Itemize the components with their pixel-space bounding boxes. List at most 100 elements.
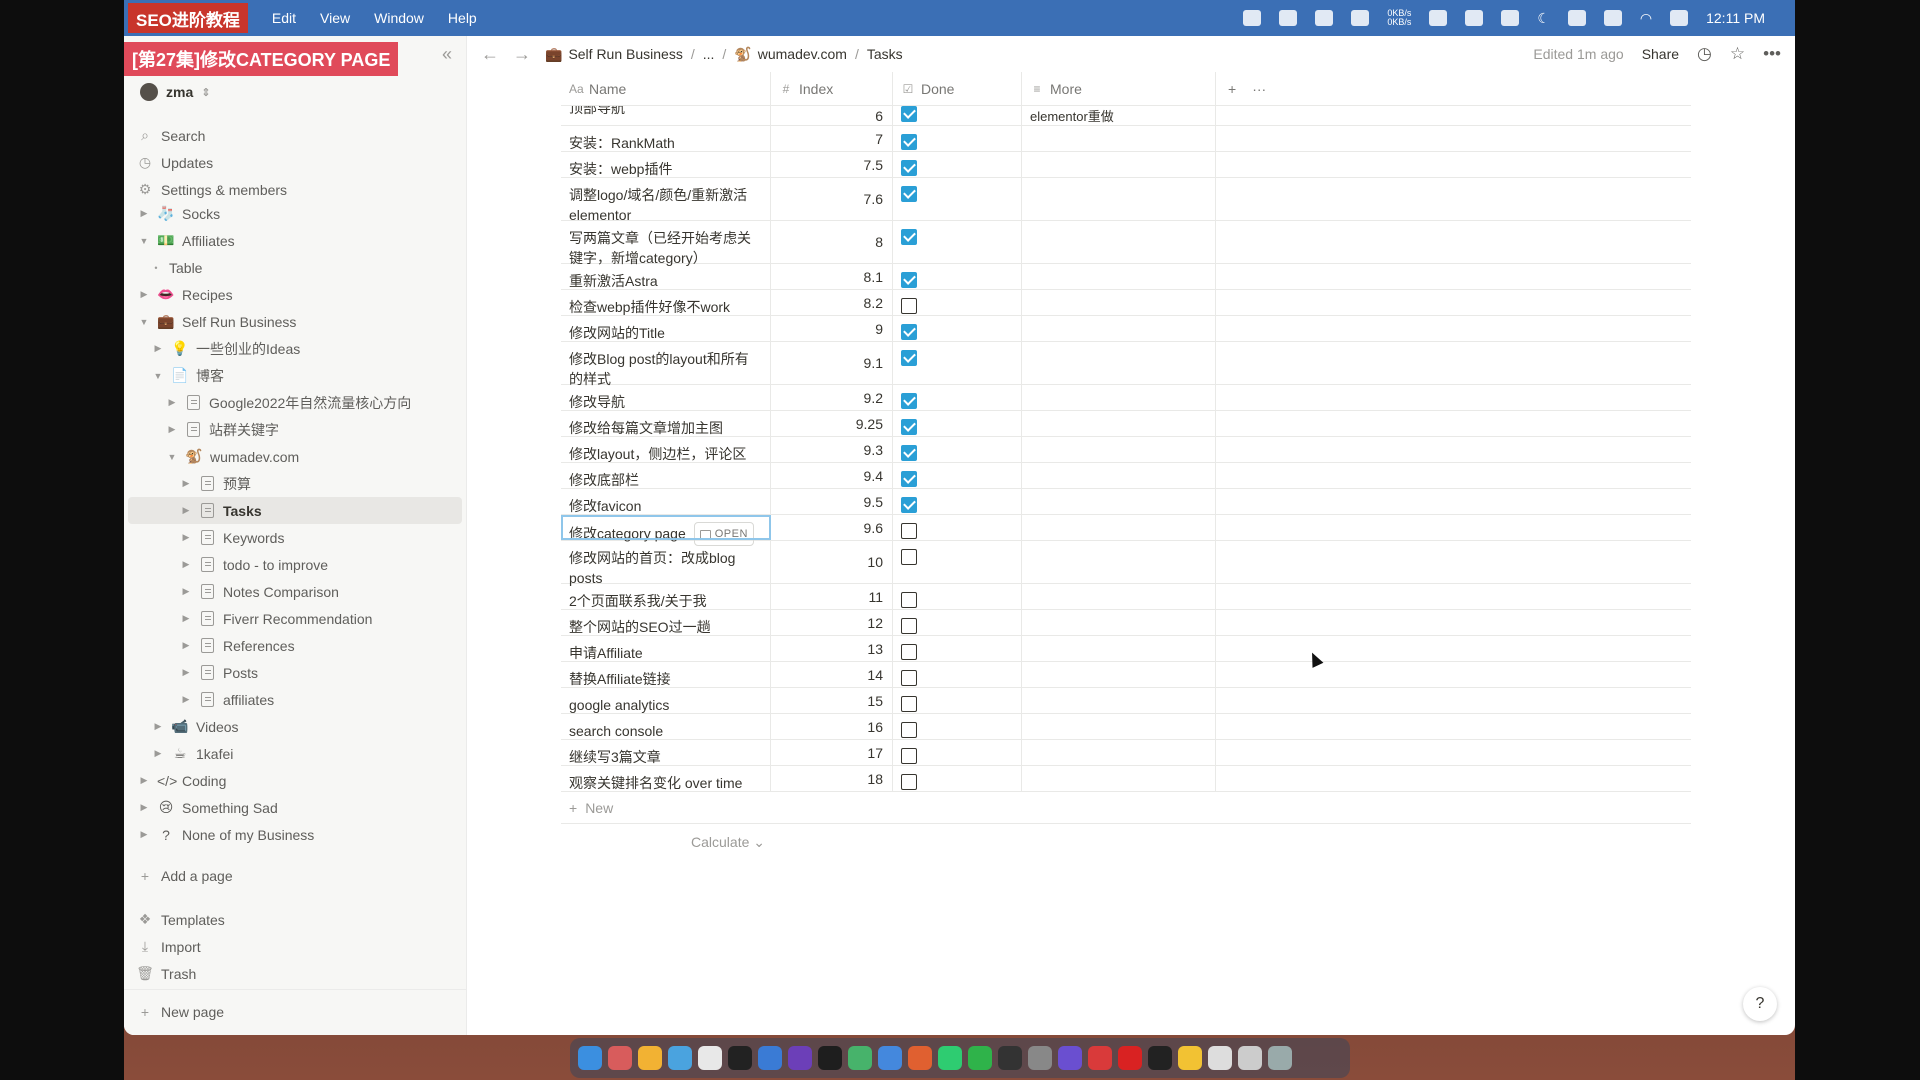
done-checkbox[interactable]: [901, 350, 917, 366]
sidebar-item-17[interactable]: ▶ Posts: [128, 659, 462, 686]
cell-index[interactable]: 13: [771, 636, 893, 661]
table-row[interactable]: 修改导航 9.2: [561, 385, 1691, 411]
dock-app-icon[interactable]: [1268, 1046, 1292, 1070]
sidebar-trash[interactable]: 🗑 Trash: [128, 960, 462, 987]
dock-app-icon[interactable]: [968, 1046, 992, 1070]
sidebar-item-23[interactable]: ▶? None of my Business: [128, 821, 462, 848]
menu-view[interactable]: View: [320, 10, 350, 26]
cell-index[interactable]: 11: [771, 584, 893, 609]
triangle-right-icon[interactable]: ▶: [180, 559, 192, 570]
triangle-right-icon[interactable]: ▶: [138, 829, 150, 840]
cell-name[interactable]: 继续写3篇文章: [561, 740, 771, 765]
cell-name[interactable]: 修改给每篇文章增加主图: [561, 411, 771, 436]
table-row[interactable]: 写两篇文章（已经开始考虑关键字，新增category） 8: [561, 221, 1691, 266]
sidebar-templates[interactable]: ❖ Templates: [128, 906, 462, 933]
cell-name[interactable]: 安装：webp插件: [561, 152, 771, 177]
table-row[interactable]: 修改网站的首页：改成blog posts 10: [561, 541, 1691, 586]
cell-index[interactable]: 7.5: [771, 152, 893, 177]
cell-index[interactable]: 9.6: [771, 515, 893, 540]
dock-app-icon[interactable]: [788, 1046, 812, 1070]
cell-index[interactable]: 9.2: [771, 385, 893, 410]
done-checkbox[interactable]: [901, 592, 917, 608]
table-row[interactable]: 2个页面联系我/关于我 11: [561, 584, 1691, 610]
add-property-icon[interactable]: +: [1228, 81, 1236, 97]
table-row[interactable]: 观察关键排名变化 over time 18: [561, 766, 1691, 792]
done-checkbox[interactable]: [901, 298, 917, 314]
triangle-right-icon[interactable]: ▶: [180, 478, 192, 489]
sidebar-item-21[interactable]: ▶ </> Coding: [128, 767, 462, 794]
cell-more[interactable]: [1022, 584, 1216, 609]
dock-app-icon[interactable]: [1088, 1046, 1112, 1070]
cell-index[interactable]: 10: [771, 541, 893, 583]
cell-index[interactable]: 6: [771, 106, 893, 125]
sidebar-item-10[interactable]: ▶ 预算: [128, 470, 462, 497]
triangle-right-icon[interactable]: ▶: [138, 289, 150, 300]
cell-name[interactable]: 修改底部栏: [561, 463, 771, 488]
cell-name[interactable]: 整个网站的SEO过一趟: [561, 610, 771, 635]
cell-name[interactable]: 写两篇文章（已经开始考虑关键字，新增category）: [561, 221, 771, 266]
cell-index[interactable]: 7: [771, 126, 893, 151]
done-checkbox[interactable]: [901, 549, 917, 565]
sidebar-item-14[interactable]: ▶ Notes Comparison: [128, 578, 462, 605]
cell-name[interactable]: 调整logo/域名/颜色/重新激活elementor: [561, 178, 771, 223]
cell-name[interactable]: 修改layout，侧边栏，评论区: [561, 437, 771, 462]
app-s-icon[interactable]: [1567, 10, 1586, 26]
table-row[interactable]: 安装：webp插件 7.5: [561, 152, 1691, 178]
dock-app-icon[interactable]: [1238, 1046, 1262, 1070]
cat-icon[interactable]: [1351, 10, 1370, 26]
dock-app-icon[interactable]: [818, 1046, 842, 1070]
calculate-dropdown[interactable]: Calculate ⌄: [691, 834, 765, 851]
dock-app-icon[interactable]: [1148, 1046, 1172, 1070]
cell-name[interactable]: 替换Affiliate链接: [561, 662, 771, 687]
table-row[interactable]: 继续写3篇文章 17: [561, 740, 1691, 766]
sidebar-item-11[interactable]: ▶ Tasks: [128, 497, 462, 524]
menu-window[interactable]: Window: [374, 10, 424, 26]
table-row[interactable]: 修改Blog post的layout和所有的样式 9.1: [561, 342, 1691, 387]
triangle-right-icon[interactable]: ▶: [166, 397, 178, 408]
dock-app-icon[interactable]: [728, 1046, 752, 1070]
cell-more[interactable]: [1022, 463, 1216, 488]
triangle-down-icon[interactable]: ▼: [166, 452, 178, 462]
history-icon[interactable]: ◷: [1697, 44, 1712, 64]
table-row[interactable]: 修改底部栏 9.4: [561, 463, 1691, 489]
cell-name[interactable]: 重新激活Astra: [561, 264, 771, 289]
more-columns-icon[interactable]: ···: [1252, 81, 1266, 97]
dock-app-icon[interactable]: [1208, 1046, 1232, 1070]
cell-index[interactable]: 16: [771, 714, 893, 739]
sidebar-import[interactable]: ⤓ Import: [128, 933, 462, 960]
cell-index[interactable]: 8.1: [771, 264, 893, 289]
sidebar-item-19[interactable]: ▶ 📹 Videos: [128, 713, 462, 740]
triangle-right-icon[interactable]: •: [150, 263, 162, 273]
done-checkbox[interactable]: [901, 445, 917, 461]
more-options-icon[interactable]: •••: [1763, 44, 1781, 64]
cell-name[interactable]: 安装：RankMath: [561, 126, 771, 151]
sidebar-item-3[interactable]: ▶ 👄 Recipes: [128, 281, 462, 308]
input-method-icon[interactable]: [1279, 10, 1298, 26]
sidebar-item-20[interactable]: ▶ ☕ 1kafei: [128, 740, 462, 767]
triangle-right-icon[interactable]: ▶: [138, 802, 150, 813]
play-icon[interactable]: [1501, 10, 1520, 26]
column-header-done[interactable]: ☑ Done: [893, 72, 1022, 105]
cell-name[interactable]: 顶部导航: [561, 106, 771, 125]
sidebar-item-2[interactable]: • Table: [128, 254, 462, 281]
cell-index[interactable]: 12: [771, 610, 893, 635]
cell-index[interactable]: 9.3: [771, 437, 893, 462]
sidebar-item-7[interactable]: ▶ Google2022年自然流量核心方向: [128, 389, 462, 416]
menu-edit[interactable]: Edit: [272, 10, 296, 26]
add-page-button[interactable]: + Add a page: [128, 862, 462, 889]
cell-index[interactable]: 9.5: [771, 489, 893, 514]
sidebar-item-22[interactable]: ▶ 😢 Something Sad: [128, 794, 462, 821]
cell-more[interactable]: [1022, 740, 1216, 765]
breadcrumb-wumadev[interactable]: 🐒 wumadev.com: [734, 46, 847, 63]
cell-more[interactable]: [1022, 636, 1216, 661]
dock-app-icon[interactable]: [638, 1046, 662, 1070]
done-checkbox[interactable]: [901, 272, 917, 288]
cell-more[interactable]: [1022, 152, 1216, 177]
workspace-switcher[interactable]: zma ⇕: [140, 79, 210, 105]
table-row[interactable]: search console 16: [561, 714, 1691, 740]
cell-more[interactable]: [1022, 541, 1216, 583]
done-checkbox[interactable]: [901, 106, 917, 122]
done-checkbox[interactable]: [901, 393, 917, 409]
done-checkbox[interactable]: [901, 186, 917, 202]
sidebar-item-4[interactable]: ▼ 💼 Self Run Business: [128, 308, 462, 335]
